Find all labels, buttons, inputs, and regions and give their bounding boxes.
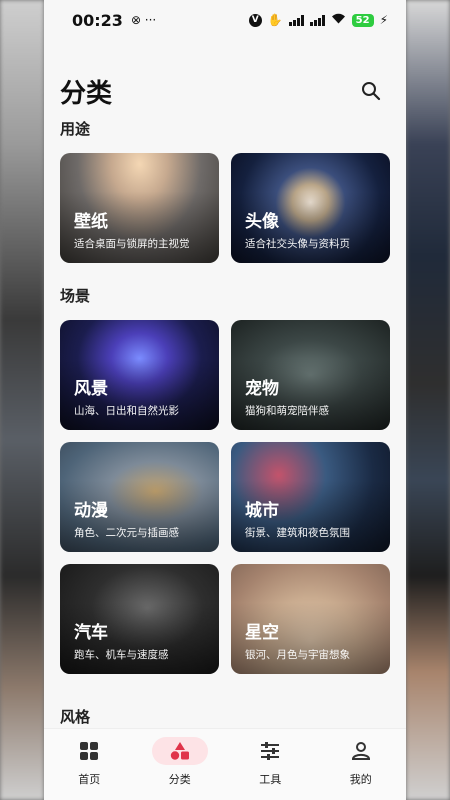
category-card-anime[interactable]: 动漫 角色、二次元与插画感 [60, 442, 219, 552]
category-card-wallpaper[interactable]: 壁纸 适合桌面与锁屏的主视觉 [60, 153, 219, 263]
scene-grid: 风景 山海、日出和自然光影 宠物 猫狗和萌宠陪伴感 动漫 角色、二次元与插画感 … [44, 320, 406, 674]
card-subtitle: 猫狗和萌宠陪伴感 [245, 405, 329, 417]
nav-label: 我的 [349, 772, 372, 786]
battery-icon: 52 [351, 13, 374, 27]
grid-icon [80, 741, 99, 760]
charging-icon: ⚡ [379, 13, 388, 27]
card-title: 壁纸 [74, 212, 108, 232]
status-extra: ⊗ ··· [130, 13, 157, 27]
card-subtitle: 银河、月色与宇宙想象 [245, 649, 350, 661]
status-bar: 00:23 ⊗ ··· V ✋ 52 ⚡ [44, 0, 406, 40]
bottom-nav: 首页 分类 工具 我的 [44, 728, 406, 800]
category-card-pet[interactable]: 宠物 猫狗和萌宠陪伴感 [231, 320, 390, 430]
card-title: 风景 [74, 379, 108, 399]
app-screen: 00:23 ⊗ ··· V ✋ 52 ⚡ 分类 用途 壁纸 适合桌面与锁屏的主视… [44, 0, 406, 800]
nav-label: 工具 [259, 772, 282, 786]
category-card-city[interactable]: 城市 街景、建筑和夜色氛围 [231, 442, 390, 552]
card-title: 城市 [245, 501, 279, 521]
section-title-usage: 用途 [60, 120, 91, 138]
nav-label: 分类 [168, 772, 191, 786]
card-title: 宠物 [245, 379, 279, 399]
search-button[interactable] [356, 76, 386, 106]
vpn-icon: V [248, 13, 262, 27]
signal-icon [288, 14, 304, 26]
category-card-car[interactable]: 汽车 跑车、机车与速度感 [60, 564, 219, 674]
card-subtitle: 角色、二次元与插画感 [74, 527, 179, 539]
shapes-icon [170, 741, 189, 760]
nav-label: 首页 [78, 772, 101, 786]
nav-item-tools[interactable]: 工具 [230, 737, 310, 787]
category-card-avatar[interactable]: 头像 适合社交头像与资料页 [231, 153, 390, 263]
wifi-icon [331, 13, 346, 27]
background-blur-right [406, 0, 450, 800]
hand-icon: ✋ [267, 13, 283, 27]
card-subtitle: 适合桌面与锁屏的主视觉 [74, 238, 190, 250]
background-blur-left [0, 0, 44, 800]
category-card-starry-sky[interactable]: 星空 银河、月色与宇宙想象 [231, 564, 390, 674]
nav-item-profile[interactable]: 我的 [321, 737, 401, 787]
status-time: 00:23 [72, 10, 123, 30]
card-title: 头像 [245, 212, 279, 232]
sliders-icon [261, 741, 280, 760]
card-title: 星空 [245, 623, 279, 643]
page-title: 分类 [60, 78, 113, 109]
card-subtitle: 跑车、机车与速度感 [74, 649, 169, 661]
section-title-style: 风格 [60, 708, 91, 726]
card-title: 汽车 [74, 623, 108, 643]
person-icon [351, 741, 370, 760]
category-card-scenery[interactable]: 风景 山海、日出和自然光影 [60, 320, 219, 430]
nav-item-category[interactable]: 分类 [140, 736, 220, 787]
page-header: 分类 [44, 40, 406, 120]
search-icon [362, 82, 381, 101]
usage-grid: 壁纸 适合桌面与锁屏的主视觉 头像 适合社交头像与资料页 [44, 153, 406, 263]
card-subtitle: 街景、建筑和夜色氛围 [245, 527, 350, 539]
card-subtitle: 山海、日出和自然光影 [74, 405, 179, 417]
section-title-scene: 场景 [60, 287, 91, 305]
signal-icon-2 [309, 14, 325, 26]
card-subtitle: 适合社交头像与资料页 [245, 238, 350, 250]
card-title: 动漫 [74, 501, 108, 521]
nav-item-home[interactable]: 首页 [49, 737, 129, 787]
